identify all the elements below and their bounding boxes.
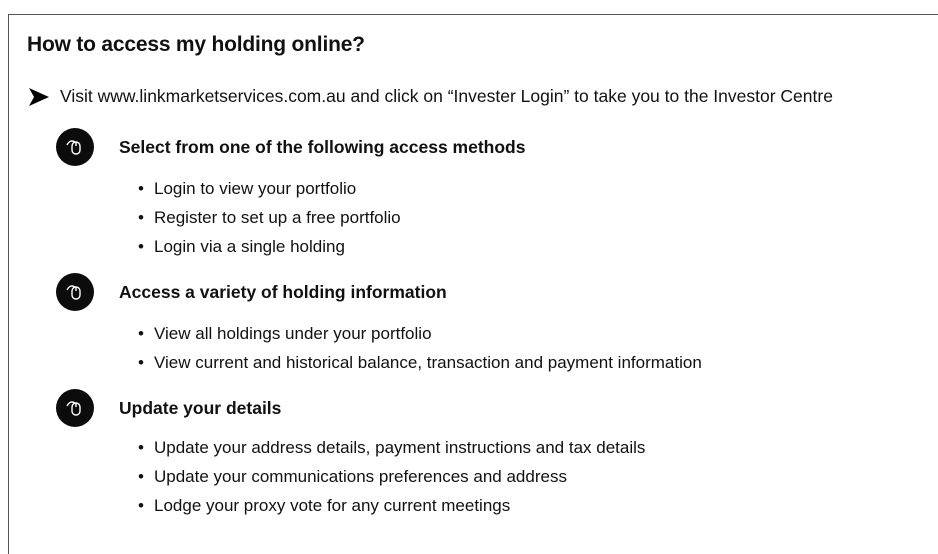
section-access-methods-list: • Login to view your portfolio • Register …	[138, 174, 401, 261]
list-item: • Update your communications preferences …	[138, 467, 567, 486]
mouse-icon	[56, 128, 94, 166]
intro-text: Visit www.linkmarketservices.com.au and …	[60, 86, 833, 106]
section-heading: Select from one of the following access …	[119, 136, 526, 157]
list-item: • Update your address details, payment in…	[138, 438, 646, 457]
list-item: • View all holdings under your portfolio	[138, 324, 432, 343]
arrow-right-icon	[28, 87, 50, 107]
list-item: • Register to set up a free portfolio	[138, 208, 401, 227]
list-item: • Login via a single holding	[138, 237, 345, 256]
section-holding-information: Access a variety of holding information	[56, 272, 447, 312]
section-heading: Access a variety of holding information	[119, 281, 447, 302]
list-item: • View current and historical balance, tr…	[138, 353, 702, 372]
section-access-methods: Select from one of the following access …	[56, 127, 525, 167]
mouse-icon	[56, 389, 94, 427]
section-heading: Update your details	[119, 397, 282, 418]
section-update-details-list: • Update your address details, payment in…	[138, 433, 645, 520]
section-update-details: Update your details	[56, 388, 281, 428]
section-holding-information-list: • View all holdings under your portfolio …	[138, 319, 702, 377]
list-item: • Login to view your portfolio	[138, 179, 357, 198]
intro-line: Visit www.linkmarketservices.com.au and …	[28, 86, 833, 107]
list-item: • Lodge your proxy vote for any current m…	[138, 496, 511, 515]
mouse-icon	[56, 273, 94, 311]
page-title: How to access my holding online?	[27, 33, 365, 56]
